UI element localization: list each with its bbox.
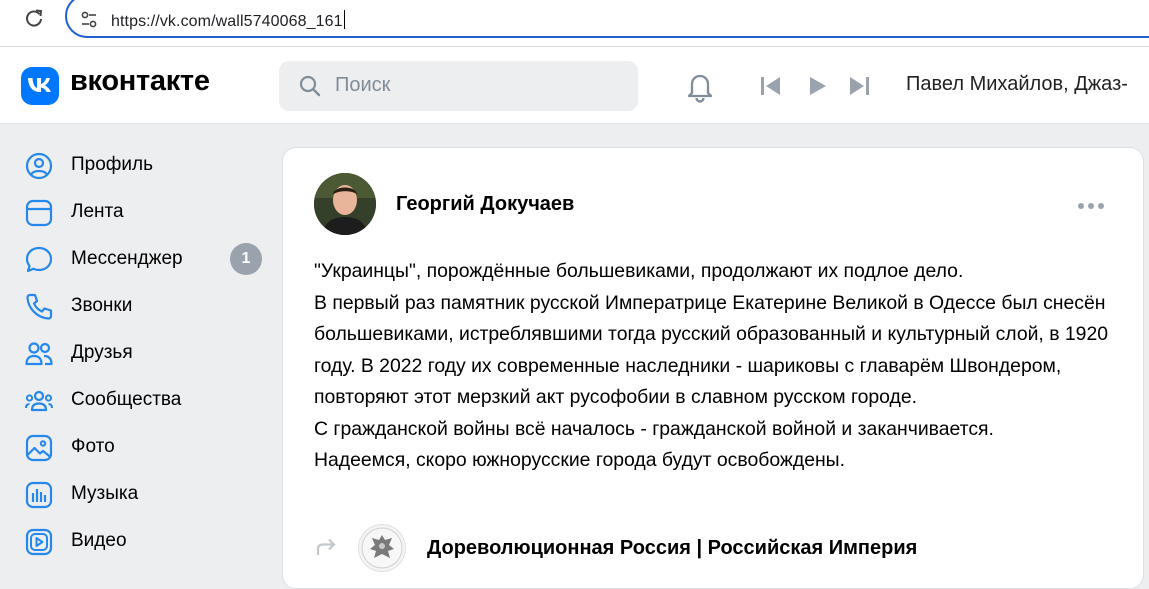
sidebar-item-label: Сообщества	[71, 389, 182, 410]
play-icon[interactable]	[808, 76, 828, 96]
sidebar-item-label: Профиль	[71, 154, 154, 175]
sidebar-item-label: Музыка	[71, 483, 139, 504]
logo-text[interactable]: вконтакте	[70, 65, 210, 98]
sidebar-item-music[interactable]: Музыка	[24, 475, 269, 511]
sidebar-item-label: Звонки	[71, 295, 133, 316]
next-track-icon[interactable]	[848, 76, 870, 96]
sidebar-item-messenger[interactable]: Мессенджер 1	[24, 240, 269, 276]
author-avatar[interactable]	[314, 173, 376, 235]
sidebar-item-label: Мессенджер	[71, 248, 183, 269]
sidebar-item-calls[interactable]: Звонки	[24, 287, 269, 323]
reload-icon[interactable]	[24, 8, 44, 28]
sidebar-item-label: Фото	[71, 436, 115, 457]
profile-icon	[25, 152, 53, 180]
repost-source-name[interactable]: Дореволюционная Россия | Российская Импе…	[427, 537, 917, 560]
address-bar[interactable]: https://vk.com/wall5740068_161	[65, 0, 1149, 38]
music-icon	[25, 481, 53, 509]
post-line: "Украинцы", порождённые большевиками, пр…	[314, 260, 964, 282]
post-line: С гражданской войны всё началось - гражд…	[314, 417, 994, 440]
sidebar-item-label: Друзья	[71, 342, 133, 363]
sidebar-item-communities[interactable]: Сообщества	[24, 381, 269, 417]
sidebar-item-photos[interactable]: Фото	[24, 428, 269, 464]
sidebar-item-profile[interactable]: Профиль	[24, 146, 269, 182]
site-settings-icon[interactable]	[79, 10, 99, 30]
search-icon	[299, 75, 321, 97]
left-navigation: Профиль Лента Мессенджер 1 Звонки Друзья	[0, 124, 280, 572]
vk-logo-icon[interactable]	[21, 67, 59, 105]
repost-arrow-icon	[316, 538, 336, 555]
group-avatar[interactable]	[358, 524, 406, 572]
browser-toolbar: https://vk.com/wall5740068_161	[0, 0, 1149, 47]
more-options-icon[interactable]	[1077, 201, 1105, 211]
feed-icon	[25, 199, 53, 227]
url-text[interactable]: https://vk.com/wall5740068_161	[111, 10, 345, 31]
unread-count-badge: 1	[230, 243, 262, 275]
post-line: В первый раз памятник русской Императриц…	[314, 291, 1109, 409]
photo-icon	[25, 434, 53, 462]
communities-icon	[25, 390, 53, 412]
post-text: "Украинцы", порождённые большевиками, пр…	[314, 256, 1114, 477]
post-line: Надеемся, скоро южнорусские города будут…	[314, 449, 846, 471]
post-author-name[interactable]: Георгий Докучаев	[396, 193, 574, 216]
wall-post: Георгий Докучаев "Украинцы", порождённые…	[282, 147, 1144, 589]
friends-icon	[25, 342, 53, 366]
now-playing-track[interactable]: Павел Михайлов, Джаз-	[906, 73, 1128, 96]
site-header: вконтакте Павел Михайлов, Джаз-	[0, 47, 1149, 124]
sidebar-item-video[interactable]: Видео	[24, 522, 269, 558]
sidebar-item-label: Лента	[71, 201, 124, 222]
sidebar-item-friends[interactable]: Друзья	[24, 334, 269, 370]
previous-track-icon[interactable]	[760, 76, 782, 96]
bell-icon[interactable]	[683, 69, 717, 103]
sidebar-item-feed[interactable]: Лента	[24, 193, 269, 229]
messenger-icon	[25, 246, 53, 273]
video-icon	[25, 528, 53, 556]
phone-icon	[26, 293, 53, 320]
search-input[interactable]	[335, 74, 615, 97]
search-box[interactable]	[279, 61, 638, 111]
sidebar-item-label: Видео	[71, 530, 127, 551]
